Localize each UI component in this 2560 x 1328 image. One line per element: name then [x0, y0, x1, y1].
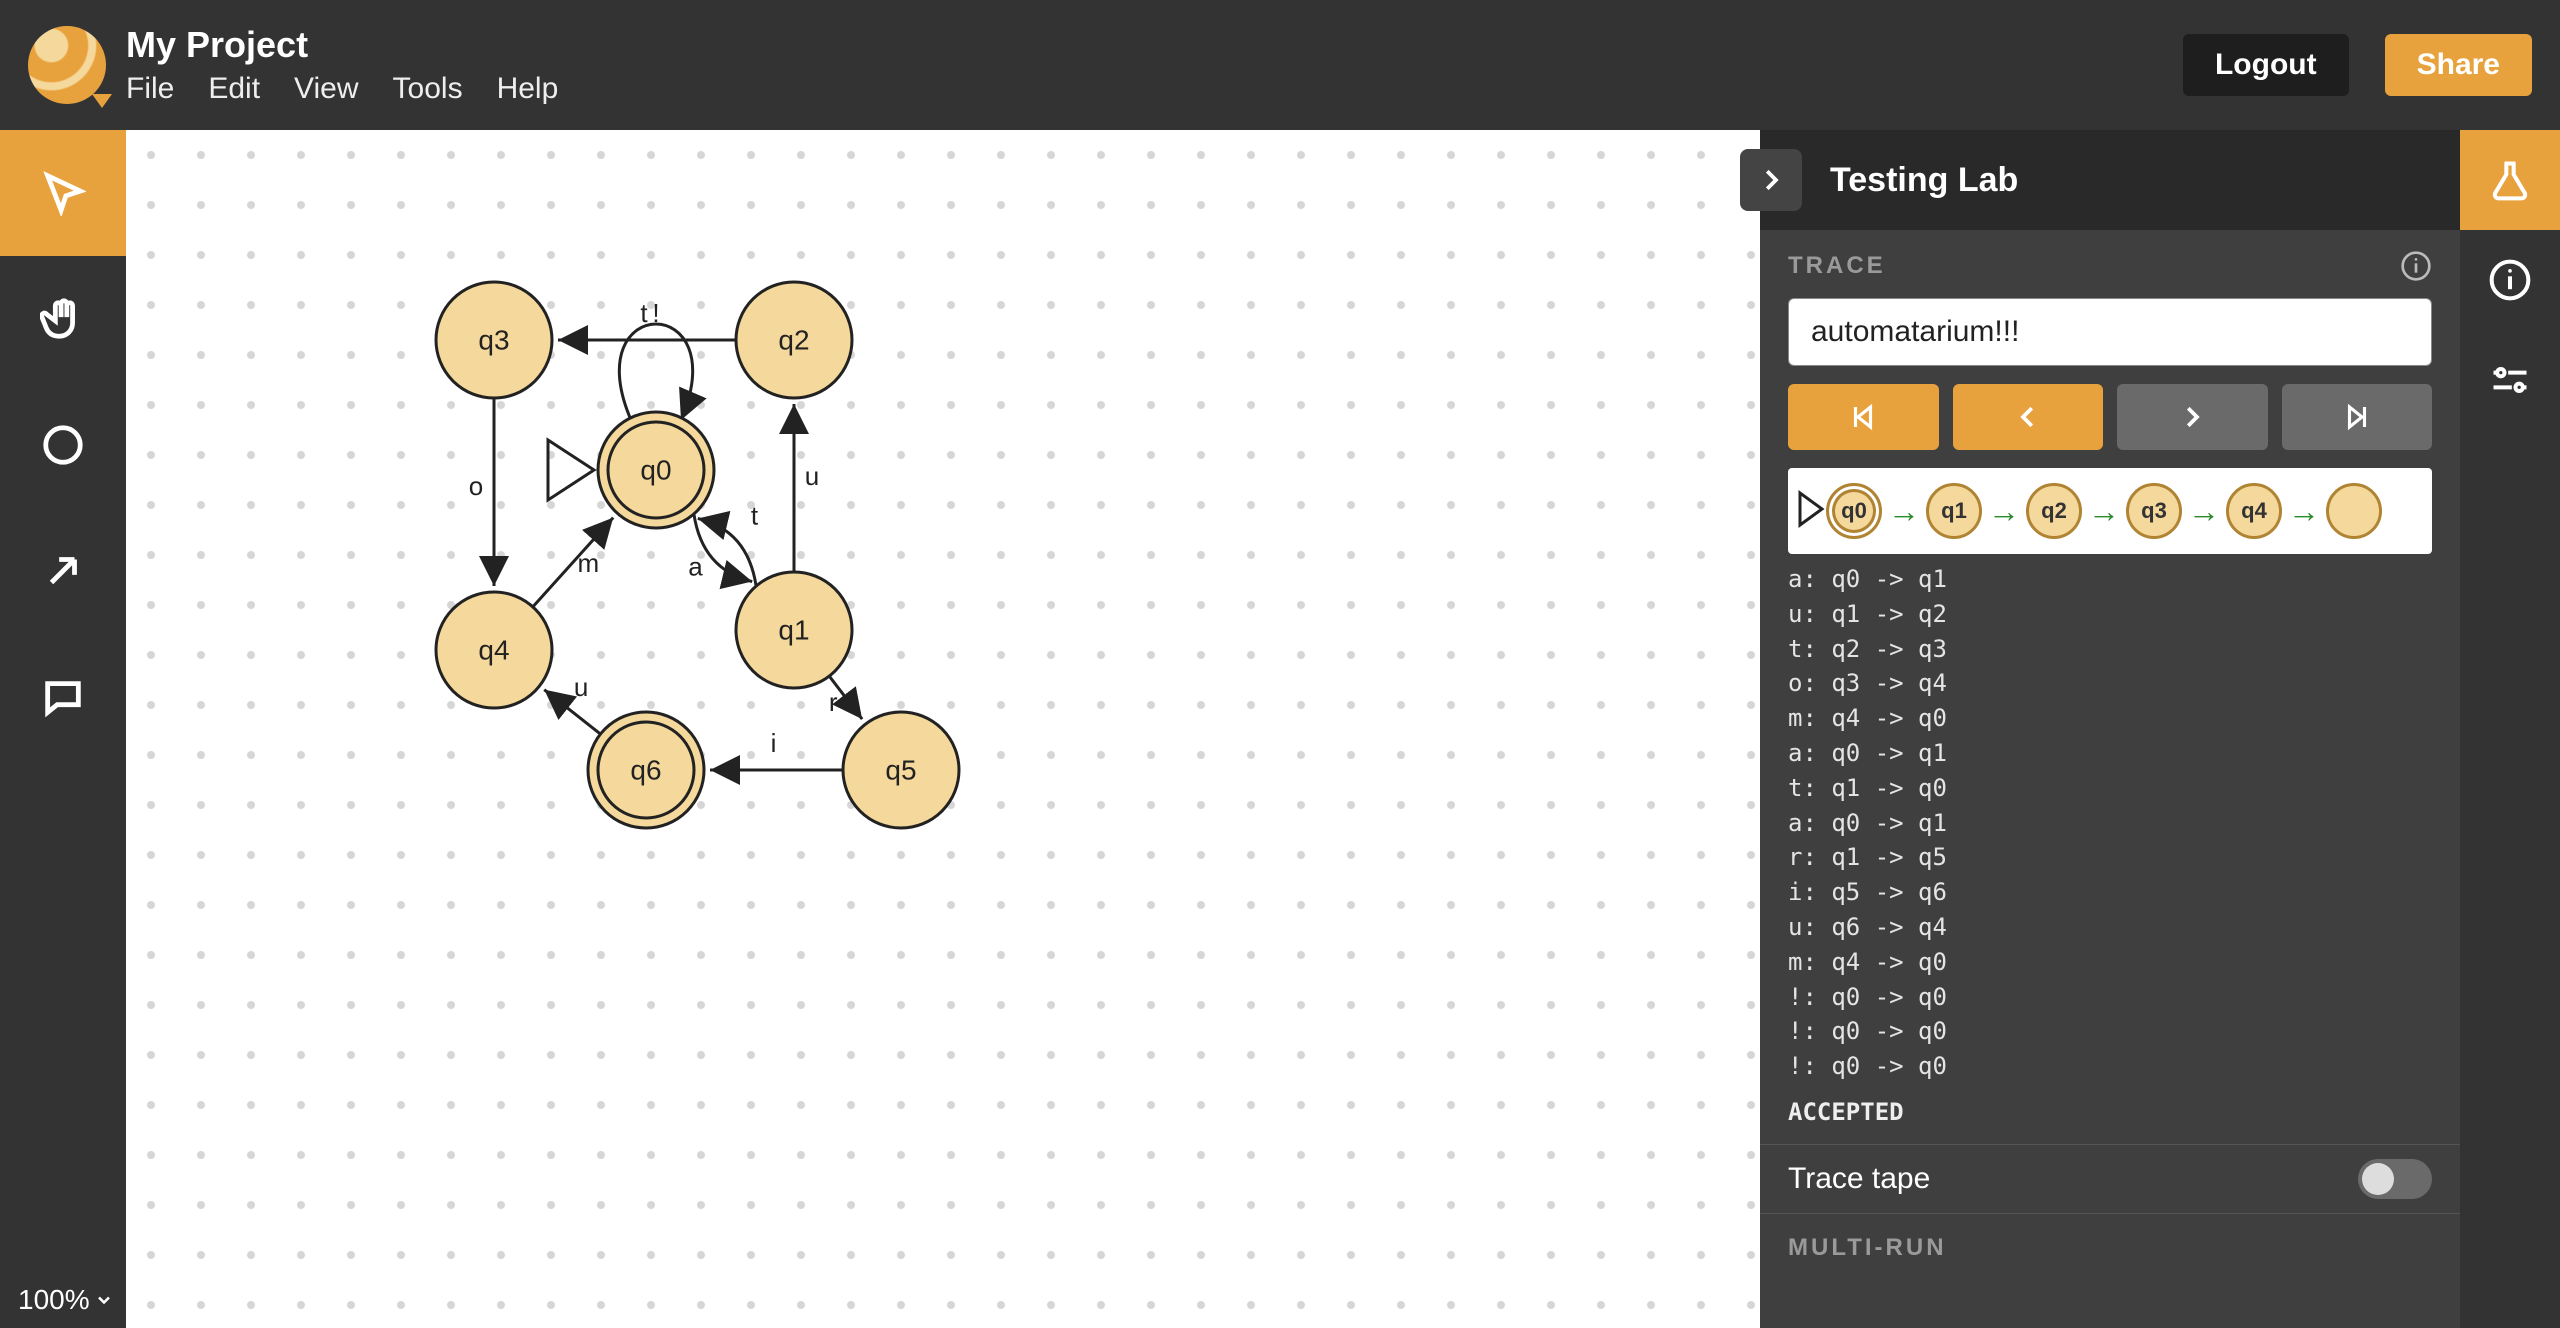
- state-label: q1: [778, 615, 809, 646]
- trace-path-node: q1: [1926, 483, 1982, 539]
- collapse-panel-button[interactable]: [1740, 149, 1802, 211]
- chevron-right-icon: [1756, 165, 1786, 195]
- menu-file[interactable]: File: [126, 72, 174, 106]
- state-label: q6: [630, 755, 661, 786]
- tool-comment[interactable]: [0, 634, 126, 760]
- trace-reset-button[interactable]: [1788, 384, 1939, 450]
- trace-controls: [1788, 384, 2432, 450]
- trace-step-back-button[interactable]: [1953, 384, 2104, 450]
- left-toolbar: 100%: [0, 130, 126, 1328]
- svg-text:a: a: [688, 551, 703, 581]
- initial-marker-icon: [1798, 489, 1826, 534]
- zoom-value: 100%: [18, 1284, 90, 1316]
- cursor-icon: [40, 170, 86, 216]
- menu-view[interactable]: View: [294, 72, 358, 106]
- trace-section-label: TRACE: [1760, 230, 2460, 298]
- trace-path-node: q3: [2126, 483, 2182, 539]
- info-icon[interactable]: [2400, 250, 2432, 282]
- multirun-section-label: MULTI-RUN: [1760, 1214, 2460, 1278]
- menubar: File Edit View Tools Help: [126, 72, 558, 106]
- svg-text:u: u: [574, 672, 588, 702]
- sliders-icon: [2488, 358, 2532, 402]
- tool-hand[interactable]: [0, 256, 126, 382]
- state-label: q5: [885, 755, 916, 786]
- menu-tools[interactable]: Tools: [393, 72, 463, 106]
- menu-help[interactable]: Help: [497, 72, 559, 106]
- svg-text:o: o: [469, 471, 483, 501]
- panel-title: Testing Lab: [1830, 161, 2018, 200]
- arrow-icon: →: [2088, 493, 2120, 530]
- skip-forward-icon: [2342, 402, 2372, 432]
- tab-testing-lab[interactable]: [2460, 130, 2560, 230]
- chevron-right-icon: [2177, 402, 2207, 432]
- state-label: q0: [640, 455, 671, 486]
- trace-path-node: q4: [2226, 483, 2282, 539]
- trace-step-forward-button[interactable]: [2117, 384, 2268, 450]
- state-label: q4: [478, 635, 509, 666]
- tool-state[interactable]: [0, 382, 126, 508]
- arrow-icon: →: [2288, 493, 2320, 530]
- header: My Project File Edit View Tools Help Log…: [0, 0, 2560, 130]
- arrow-icon: →: [2188, 493, 2220, 530]
- arrow-icon: →: [1988, 493, 2020, 530]
- trace-path-node: [2326, 483, 2382, 539]
- testing-panel: Testing Lab TRACE q0→q1→q2→q3→q4→ a: q0 …: [1760, 130, 2460, 1328]
- trace-tape-toggle[interactable]: [2358, 1159, 2432, 1199]
- arrow-icon: →: [1888, 493, 1920, 530]
- circle-icon: [40, 422, 86, 468]
- state-label: q2: [778, 325, 809, 356]
- comment-icon: [40, 674, 86, 720]
- trace-log: a: q0 -> q1 u: q1 -> q2 t: q2 -> q3 o: q…: [1788, 562, 2432, 1084]
- trace-path-node: q0: [1826, 483, 1882, 539]
- arrow-icon: [40, 548, 86, 594]
- trace-skip-end-button[interactable]: [2282, 384, 2433, 450]
- project-title[interactable]: My Project: [126, 24, 558, 66]
- zoom-indicator[interactable]: 100%: [0, 1272, 126, 1328]
- state-label: q3: [478, 325, 509, 356]
- canvas[interactable]: !atutomriuq0q1q2q3q4q5q6: [126, 130, 1760, 1328]
- trace-tape-row: Trace tape: [1760, 1144, 2460, 1214]
- share-button[interactable]: Share: [2385, 34, 2532, 96]
- skip-back-icon: [1848, 402, 1878, 432]
- automaton-graph[interactable]: !atutomriuq0q1q2q3q4q5q6: [126, 130, 1760, 1328]
- svg-text:t: t: [751, 501, 759, 531]
- chevron-left-icon: [2013, 402, 2043, 432]
- svg-text:r: r: [829, 687, 838, 717]
- tab-info[interactable]: [2460, 230, 2560, 330]
- svg-text:i: i: [771, 728, 777, 758]
- tab-options[interactable]: [2460, 330, 2560, 430]
- info-icon: [2488, 258, 2532, 302]
- tool-cursor[interactable]: [0, 130, 126, 256]
- menu-edit[interactable]: Edit: [208, 72, 260, 106]
- trace-path-node: q2: [2026, 483, 2082, 539]
- svg-text:u: u: [805, 461, 819, 491]
- tool-transition[interactable]: [0, 508, 126, 634]
- trace-input[interactable]: [1788, 298, 2432, 366]
- trace-result: ACCEPTED: [1788, 1098, 2432, 1126]
- trace-tape-label: Trace tape: [1788, 1162, 1930, 1196]
- right-tab-strip: [2460, 130, 2560, 1328]
- logout-button[interactable]: Logout: [2183, 34, 2349, 96]
- svg-text:t: t: [640, 298, 648, 328]
- logo-icon: [28, 26, 106, 104]
- svg-text:!: !: [652, 298, 659, 328]
- trace-path: q0→q1→q2→q3→q4→: [1788, 468, 2432, 554]
- flask-icon: [2488, 158, 2532, 202]
- chevron-down-icon: [94, 1290, 114, 1310]
- hand-icon: [40, 296, 86, 342]
